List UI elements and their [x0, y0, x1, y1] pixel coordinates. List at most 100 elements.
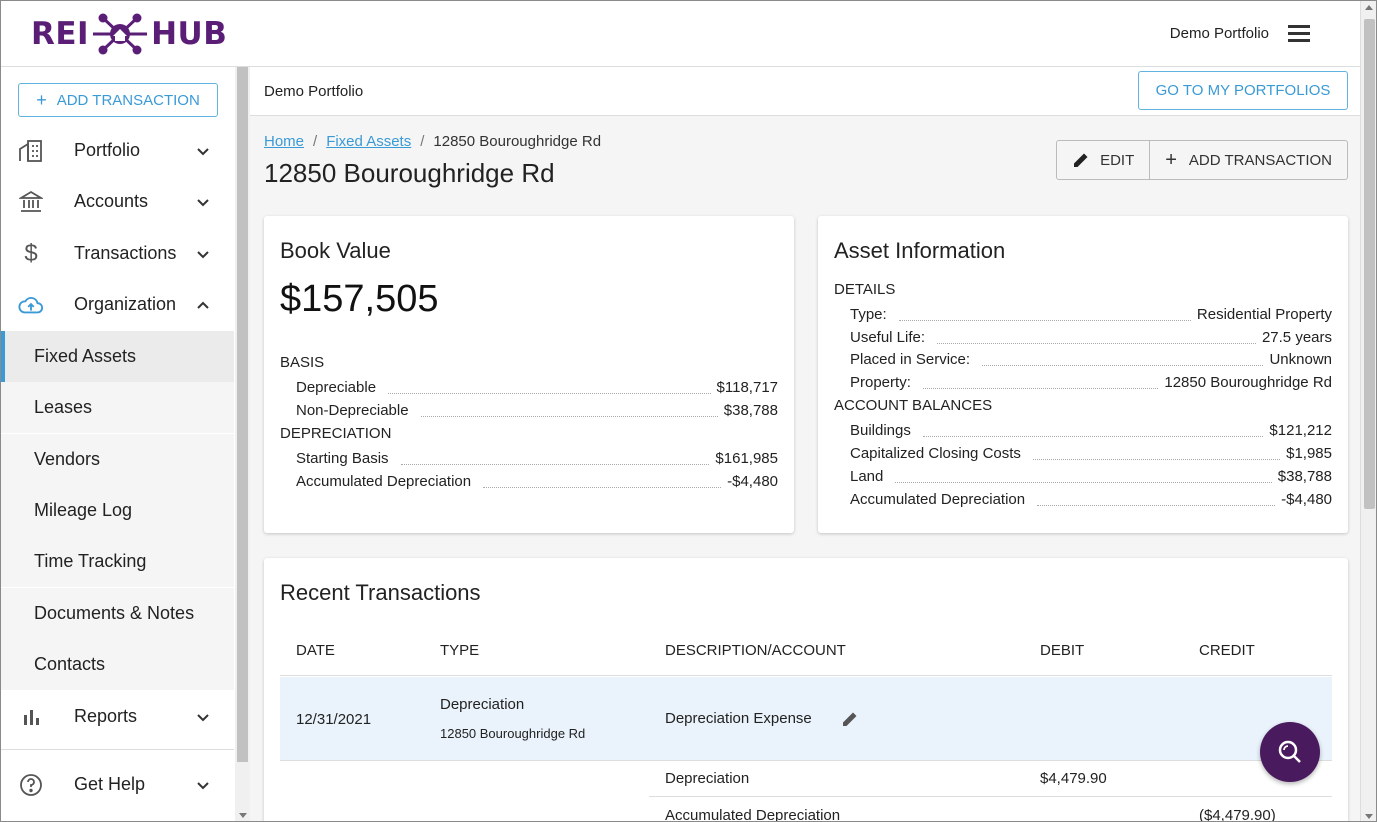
- menu-icon[interactable]: [1288, 25, 1310, 43]
- asset-information-card: Asset Information DETAILS Type: Residenti…: [818, 216, 1348, 533]
- sidebar-add-transaction-button[interactable]: + ADD TRANSACTION: [18, 83, 218, 117]
- card-title: Book Value: [280, 238, 391, 263]
- column-header-credit[interactable]: CREDIT: [1199, 642, 1255, 659]
- sidebar-item-label: Portfolio: [74, 140, 141, 160]
- logo-text-left: REI: [31, 16, 90, 52]
- sidebar-item-portfolio[interactable]: Portfolio: [1, 125, 234, 176]
- sidebar-item-time-tracking[interactable]: Time Tracking: [1, 536, 234, 587]
- current-portfolio-label[interactable]: Demo Portfolio: [1170, 25, 1269, 42]
- building-icon: [18, 138, 44, 164]
- chevron-down-icon: [197, 250, 209, 258]
- reihub-logo[interactable]: REI HUB: [31, 9, 227, 59]
- card-title: Asset Information: [834, 238, 1006, 263]
- txn-date: 12/31/2021: [296, 711, 372, 728]
- sidebar-item-vendors[interactable]: Vendors: [1, 434, 234, 485]
- basis-row-non-depreciable: Non-Depreciable $38,788: [296, 402, 778, 419]
- section-label-basis: BASIS: [280, 354, 325, 371]
- table-row: Accumulated Depreciation ($4,479.90): [649, 798, 1332, 822]
- sidebar-item-organization[interactable]: Organization: [1, 279, 234, 330]
- search-help-fab[interactable]: [1260, 722, 1320, 782]
- line-credit: ($4,479.90): [1199, 807, 1276, 822]
- detail-row-placed-in-service: Placed in Service: Unknown: [850, 351, 1332, 368]
- breadcrumb: Home / Fixed Assets / 12850 Bouroughridge Rd: [264, 133, 601, 150]
- portfolio-subheader: Demo Portfolio GO TO MY PORTFOLIOS: [250, 67, 1360, 116]
- chevron-down-icon: [197, 713, 209, 721]
- scroll-down-arrow-icon[interactable]: [239, 813, 247, 818]
- balance-row-closing-costs: Capitalized Closing Costs $1,985: [850, 445, 1332, 462]
- chevron-down-icon: [197, 147, 209, 155]
- bank-icon: [18, 189, 44, 215]
- breadcrumb-separator: /: [420, 133, 425, 150]
- logo-text-right: HUB: [151, 16, 228, 52]
- add-transaction-label: ADD TRANSACTION: [1188, 151, 1332, 169]
- sidebar-item-reports[interactable]: Reports: [1, 691, 234, 742]
- go-to-my-portfolios-button[interactable]: GO TO MY PORTFOLIOS: [1138, 71, 1348, 110]
- sidebar-item-fixed-assets[interactable]: Fixed Assets: [1, 331, 234, 382]
- sidebar: + ADD TRANSACTION Portfolio Accounts $ T…: [1, 67, 250, 821]
- table-row[interactable]: 12/31/2021 Depreciation 12850 Bouroughri…: [280, 677, 1332, 761]
- column-header-debit[interactable]: DEBIT: [1040, 642, 1084, 659]
- edit-button-label: EDIT: [1100, 151, 1135, 169]
- depreciation-row-starting-basis: Starting Basis $161,985: [296, 450, 778, 467]
- sidebar-divider: [1, 749, 234, 750]
- recent-transactions-card: Recent Transactions DATE TYPE DESCRIPTIO…: [264, 558, 1348, 822]
- column-header-description[interactable]: DESCRIPTION/ACCOUNT: [665, 642, 846, 659]
- app-window: REI HUB Demo Portfolio + ADD TRANSACTION…: [0, 0, 1377, 822]
- breadcrumb-current: 12850 Bouroughridge Rd: [433, 133, 602, 150]
- add-transaction-button[interactable]: + ADD TRANSACTION: [1149, 141, 1347, 179]
- book-value-amount: $157,505: [280, 278, 439, 320]
- page-title: 12850 Bouroughridge Rd: [264, 158, 555, 188]
- page-scrollbar-thumb[interactable]: [1364, 19, 1375, 509]
- plus-icon: +: [1165, 148, 1177, 171]
- section-label-depreciation: DEPRECIATION: [280, 425, 392, 442]
- help-circle-icon: [18, 772, 44, 798]
- edit-button[interactable]: EDIT: [1057, 141, 1149, 179]
- sidebar-item-leases[interactable]: Leases: [1, 382, 234, 433]
- scroll-up-arrow-icon[interactable]: [1365, 5, 1373, 10]
- breadcrumb-home-link[interactable]: Home: [264, 133, 304, 150]
- page-scrollbar[interactable]: [1360, 1, 1376, 821]
- cloud-upload-icon: [18, 292, 44, 318]
- line-account: Accumulated Depreciation: [665, 807, 841, 822]
- sidebar-scrollbar[interactable]: [235, 67, 250, 821]
- section-label-details: DETAILS: [834, 281, 896, 298]
- sidebar-item-contacts[interactable]: Contacts: [1, 639, 234, 690]
- scroll-down-arrow-icon[interactable]: [1365, 814, 1373, 819]
- column-header-date[interactable]: DATE: [296, 642, 335, 659]
- sidebar-item-get-help[interactable]: Get Help: [1, 759, 234, 810]
- book-value-card: Book Value $157,505 BASIS Depreciable $11…: [264, 216, 794, 533]
- search-icon: [1278, 740, 1301, 763]
- sidebar-item-accounts[interactable]: Accounts: [1, 176, 234, 227]
- plus-icon: +: [36, 89, 47, 110]
- txn-type: Depreciation: [440, 696, 525, 713]
- line-account: Depreciation: [665, 770, 750, 787]
- network-house-icon: [93, 13, 148, 55]
- dollar-icon: $: [24, 239, 38, 267]
- transactions-table-header: DATE TYPE DESCRIPTION/ACCOUNT DEBIT CRED…: [280, 630, 1332, 676]
- chevron-down-icon: [197, 781, 209, 789]
- table-row: Depreciation $4,479.90: [649, 761, 1332, 797]
- chevron-down-icon: [197, 198, 209, 206]
- pencil-icon: [1074, 153, 1088, 167]
- asset-action-buttons: EDIT + ADD TRANSACTION: [1056, 140, 1348, 180]
- sidebar-item-transactions[interactable]: $ Transactions: [1, 228, 234, 279]
- detail-row-useful-life: Useful Life: 27.5 years: [850, 329, 1332, 346]
- pencil-icon[interactable]: [841, 710, 859, 728]
- breadcrumb-fixed-assets-link[interactable]: Fixed Assets: [326, 133, 411, 150]
- line-debit: $4,479.90: [1040, 770, 1107, 787]
- main-content: Home / Fixed Assets / 12850 Bouroughridge Rd…: [250, 116, 1360, 822]
- section-label-account-balances: ACCOUNT BALANCES: [834, 397, 993, 414]
- sidebar-item-mileage-log[interactable]: Mileage Log: [1, 485, 234, 536]
- sidebar-item-label: Transactions: [74, 243, 177, 263]
- column-header-type[interactable]: TYPE: [440, 642, 479, 659]
- txn-description: Depreciation Expense: [665, 710, 812, 727]
- sidebar-item-documents-notes[interactable]: Documents & Notes: [1, 588, 234, 639]
- detail-row-type: Type: Residential Property: [850, 306, 1332, 323]
- depreciation-row-accumulated: Accumulated Depreciation -$4,480: [296, 473, 778, 490]
- basis-row-depreciable: Depreciable $118,717: [296, 379, 778, 396]
- txn-property: 12850 Bouroughridge Rd: [440, 726, 586, 741]
- balance-row-land: Land $38,788: [850, 468, 1332, 485]
- sidebar-scrollbar-thumb[interactable]: [237, 67, 248, 762]
- sidebar-item-label: Reports: [74, 706, 138, 726]
- portfolio-title: Demo Portfolio: [264, 83, 364, 100]
